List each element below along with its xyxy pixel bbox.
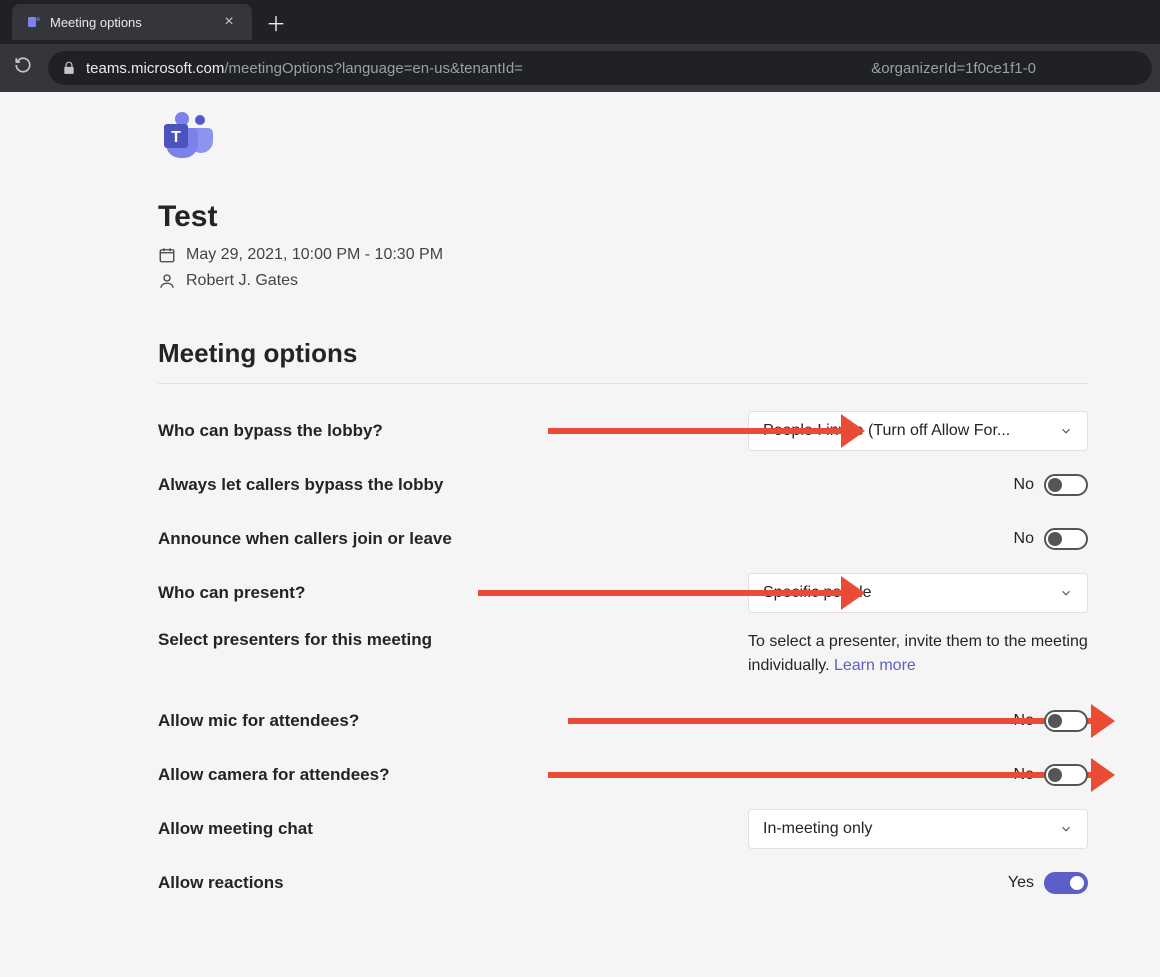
calendar-icon <box>158 246 176 264</box>
browser-chrome: Meeting options × ＋ teams.microsoft.com/… <box>0 0 1160 92</box>
page-content: T Test May 29, 2021, 10:00 PM - 10:30 PM… <box>0 92 1160 910</box>
select-presenters-helper: To select a presenter, invite them to th… <box>748 630 1088 678</box>
meeting-organizer: Robert J. Gates <box>158 272 1088 290</box>
url-trail: &organizerId=1f0ce1f1-0 <box>871 60 1036 77</box>
allow-camera-toggle[interactable] <box>1044 764 1088 786</box>
toolbar: teams.microsoft.com/meetingOptions?langu… <box>0 44 1160 92</box>
allow-chat-label: Allow meeting chat <box>158 819 313 839</box>
new-tab-button[interactable]: ＋ <box>266 8 286 37</box>
meeting-datetime: May 29, 2021, 10:00 PM - 10:30 PM <box>158 246 1088 264</box>
always-let-callers-value: No <box>1014 476 1034 494</box>
option-allow-mic: Allow mic for attendees? No <box>158 694 1088 748</box>
option-allow-camera: Allow camera for attendees? No <box>158 748 1088 802</box>
allow-mic-toggle[interactable] <box>1044 710 1088 732</box>
allow-chat-dropdown[interactable]: In-meeting only <box>748 809 1088 849</box>
address-bar[interactable]: teams.microsoft.com/meetingOptions?langu… <box>48 51 1152 85</box>
select-presenters-label: Select presenters for this meeting <box>158 630 432 650</box>
option-always-let-callers: Always let callers bypass the lobby No <box>158 458 1088 512</box>
section-title: Meeting options <box>158 338 1088 369</box>
select-presenters-text: To select a presenter, invite them to th… <box>748 633 1088 674</box>
allow-reactions-toggle[interactable] <box>1044 872 1088 894</box>
learn-more-link[interactable]: Learn more <box>834 657 916 674</box>
option-bypass-lobby: Who can bypass the lobby? People I invit… <box>158 404 1088 458</box>
allow-mic-label: Allow mic for attendees? <box>158 711 359 731</box>
browser-tab[interactable]: Meeting options × <box>12 4 252 40</box>
close-icon[interactable]: × <box>220 13 238 31</box>
option-announce: Announce when callers join or leave No <box>158 512 1088 566</box>
chevron-down-icon <box>1059 424 1073 438</box>
tab-title: Meeting options <box>50 15 212 30</box>
announce-value: No <box>1014 530 1034 548</box>
chevron-down-icon <box>1059 586 1073 600</box>
annotation-arrow <box>568 718 1108 724</box>
allow-chat-value: In-meeting only <box>763 820 872 838</box>
url-path: /meetingOptions?language=en-us&tenantId= <box>224 60 523 77</box>
divider <box>158 383 1088 384</box>
url-text: teams.microsoft.com/meetingOptions?langu… <box>86 60 1036 77</box>
person-icon <box>158 272 176 290</box>
chevron-down-icon <box>1059 822 1073 836</box>
announce-toggle[interactable] <box>1044 528 1088 550</box>
always-let-callers-toggle[interactable] <box>1044 474 1088 496</box>
meeting-organizer-text: Robert J. Gates <box>186 272 298 290</box>
annotation-arrow <box>548 428 858 434</box>
option-allow-chat: Allow meeting chat In-meeting only <box>158 802 1088 856</box>
bypass-lobby-label: Who can bypass the lobby? <box>158 421 383 441</box>
teams-favicon-icon <box>26 14 42 30</box>
reload-icon[interactable] <box>8 50 38 86</box>
svg-text:T: T <box>171 129 181 146</box>
annotation-arrow <box>548 772 1108 778</box>
allow-reactions-label: Allow reactions <box>158 873 284 893</box>
always-let-callers-label: Always let callers bypass the lobby <box>158 475 443 495</box>
lock-icon <box>62 61 76 75</box>
meeting-datetime-text: May 29, 2021, 10:00 PM - 10:30 PM <box>186 246 443 264</box>
option-select-presenters: Select presenters for this meeting To se… <box>158 620 1088 694</box>
allow-reactions-value: Yes <box>1008 874 1034 892</box>
allow-camera-label: Allow camera for attendees? <box>158 765 389 785</box>
tab-bar: Meeting options × ＋ <box>0 0 1160 44</box>
option-who-present: Who can present? Specific people <box>158 566 1088 620</box>
announce-label: Announce when callers join or leave <box>158 529 452 549</box>
who-present-label: Who can present? <box>158 583 305 603</box>
annotation-arrow <box>478 590 858 596</box>
teams-logo-icon: T <box>158 110 214 158</box>
option-allow-reactions: Allow reactions Yes <box>158 856 1088 910</box>
meeting-title: Test <box>158 200 1088 234</box>
url-domain: teams.microsoft.com <box>86 60 224 77</box>
